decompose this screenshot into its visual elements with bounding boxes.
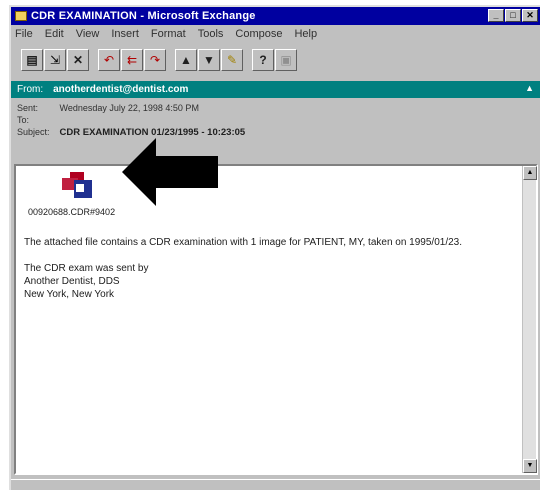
from-bar: From: anotherdentist@dentist.com ▲ <box>11 81 540 98</box>
from-label: From: <box>17 84 44 95</box>
menu-file[interactable]: File <box>15 28 33 40</box>
menu-edit[interactable]: Edit <box>45 28 64 40</box>
close-button[interactable]: ✕ <box>522 9 538 22</box>
address-book-icon[interactable]: ✎ <box>221 49 243 71</box>
sent-value: Wednesday July 22, 1998 4:50 PM <box>59 103 199 113</box>
sent-row: Sent: Wednesday July 22, 1998 4:50 PM <box>17 103 199 113</box>
message-paragraph-1: The attached file contains a CDR examina… <box>24 237 463 248</box>
previous-icon[interactable]: ▲ <box>175 49 197 71</box>
menu-insert[interactable]: Insert <box>111 28 139 40</box>
to-row: To: <box>17 115 57 125</box>
help-icon[interactable]: ? <box>252 49 274 71</box>
subject-label: Subject: <box>17 127 50 137</box>
scroll-up-icon[interactable]: ▲ <box>523 166 537 180</box>
sent-label: Sent: <box>17 103 39 113</box>
toolbar: ▤ ⇲ ✕ ↶ ⇇ ↷ ▲ ▼ ✎ ? ▣ <box>11 44 540 76</box>
status-bar <box>11 479 540 490</box>
message-body[interactable]: 00920688.CDR#9402 The attached file cont… <box>14 164 538 475</box>
pointer-arrow-overlay <box>122 138 218 206</box>
next-icon[interactable]: ▼ <box>198 49 220 71</box>
properties-icon[interactable]: ▣ <box>275 49 297 71</box>
sender-line-2: Another Dentist, DDS <box>24 276 120 287</box>
from-address[interactable]: anotherdentist@dentist.com <box>53 84 188 95</box>
exchange-app-icon[interactable] <box>15 11 27 21</box>
menu-tools[interactable]: Tools <box>198 28 224 40</box>
minimize-button[interactable]: _ <box>488 9 504 22</box>
message-text: The attached file contains a CDR examina… <box>24 236 504 301</box>
sender-line-1: The CDR exam was sent by <box>24 263 149 274</box>
collapse-header-icon[interactable]: ▲ <box>525 83 534 93</box>
menu-bar: File Edit View Insert Format Tools Compo… <box>11 26 540 42</box>
message-header: Sent: Wednesday July 22, 1998 4:50 PM To… <box>11 101 540 161</box>
menu-compose[interactable]: Compose <box>235 28 282 40</box>
subject-row: Subject: CDR EXAMINATION 01/23/1995 - 10… <box>17 127 245 138</box>
attachment-filename[interactable]: 00920688.CDR#9402 <box>28 207 115 217</box>
title-bar[interactable]: CDR EXAMINATION - Microsoft Exchange _ □… <box>11 7 540 25</box>
menu-help[interactable]: Help <box>294 28 317 40</box>
maximize-button[interactable]: □ <box>505 9 521 22</box>
vertical-scrollbar[interactable]: ▲ ▼ <box>522 166 537 473</box>
delete-icon[interactable]: ✕ <box>67 49 89 71</box>
subject-value: CDR EXAMINATION 01/23/1995 - 10:23:05 <box>59 127 246 138</box>
cdr-attachment-icon[interactable] <box>62 172 94 200</box>
to-label: To: <box>17 115 30 125</box>
sender-line-3: New York, New York <box>24 289 115 300</box>
menu-view[interactable]: View <box>76 28 100 40</box>
print-icon[interactable]: ▤ <box>21 49 43 71</box>
black-arrow-shape <box>122 138 218 206</box>
window-controls: _ □ ✕ <box>488 9 538 22</box>
reply-icon[interactable]: ↶ <box>98 49 120 71</box>
window-title: CDR EXAMINATION - Microsoft Exchange <box>31 10 256 22</box>
menu-format[interactable]: Format <box>151 28 186 40</box>
move-icon[interactable]: ⇲ <box>44 49 66 71</box>
forward-icon[interactable]: ↷ <box>144 49 166 71</box>
exchange-window: CDR EXAMINATION - Microsoft Exchange _ □… <box>9 5 540 490</box>
scroll-down-icon[interactable]: ▼ <box>523 459 537 473</box>
reply-all-icon[interactable]: ⇇ <box>121 49 143 71</box>
